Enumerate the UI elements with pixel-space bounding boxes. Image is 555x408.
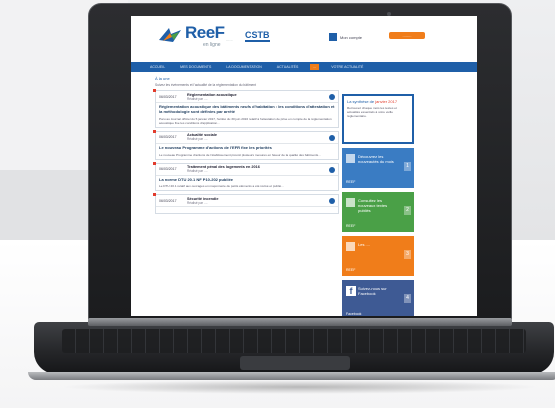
document-icon: [346, 198, 355, 207]
partner-logo[interactable]: CSTB: [245, 31, 270, 42]
tile-texts[interactable]: Consultez les nouveaux textes publiés 2 …: [342, 192, 414, 232]
laptop-base-lip: [28, 372, 555, 380]
card-date: 06/03/2017: [159, 94, 177, 99]
laptop-screen: ReeF en ligne ...... CSTB Mon compte ...…: [131, 16, 477, 316]
laptop-trackpad: [240, 356, 350, 370]
nav-item[interactable]: ACTUALITÉS: [274, 64, 302, 70]
nav-item[interactable]: MES DOCUMENTS: [177, 64, 214, 70]
logo-separator: ......: [226, 37, 233, 42]
news-card[interactable]: 06/03/2017 Sécurité incendie Réalisé par .…: [153, 193, 339, 215]
arrow-icon: 2: [404, 206, 411, 215]
card-meta: Actualité sociale Réalisé par ....: [187, 133, 217, 141]
card-body: La norme DTU 20.1 NF P10-202 publiée Le D…: [156, 176, 338, 191]
card-text: Paru au Journal officiel du 5 janvier 20…: [159, 116, 332, 125]
laptop-hinge: [88, 318, 512, 326]
laptop-shadow: [60, 380, 540, 394]
nav-item[interactable]: VOTRE ACTUALITÉ: [328, 64, 366, 70]
news-card[interactable]: 06/03/2017 Réglementation acoustique Réali…: [153, 89, 339, 128]
card-title[interactable]: Réglementation acoustique des bâtiments …: [159, 104, 335, 115]
account-link[interactable]: Mon compte: [340, 35, 362, 40]
tile-news[interactable]: Découvrez les nouveautés du mois 1 REEF: [342, 148, 414, 188]
card-text: Le DTU 20.1 relatif aux ouvrages en maço…: [159, 184, 284, 189]
reef-logo-icon[interactable]: [157, 26, 183, 44]
nav-item[interactable]: ACCUEIL: [147, 64, 168, 70]
card-date: 06/03/2017: [159, 167, 177, 172]
nav-item[interactable]: ...: [310, 64, 320, 70]
tile-facebook[interactable]: f Suivez-nous sur Facebook 4 Facebook: [342, 280, 414, 316]
breadcrumb[interactable]: À la une: [155, 76, 339, 81]
synthesis-title-month[interactable]: janvier 2017: [375, 99, 397, 104]
card-subtitle: Réalisé par ....: [187, 137, 208, 142]
synthesis-title: La synthèse de janvier 2017: [347, 99, 409, 104]
tile-footer: REEF: [346, 224, 356, 228]
new-flag-icon: [153, 193, 156, 197]
card-body: Le nouveau Programme d'actions de l'EFR …: [156, 144, 338, 159]
laptop-keyboard: [62, 329, 526, 353]
card-subtitle: Réalisé par ....: [187, 96, 208, 101]
card-header: 06/03/2017 Actualité sociale Réalisé par .…: [156, 132, 338, 144]
sidebar: La synthèse de janvier 2017 Retrouvez ch…: [342, 94, 414, 316]
card-meta: Sécurité incendie Réalisé par ....: [187, 197, 218, 205]
tile-footer: Facebook: [346, 312, 362, 316]
card-date: 06/03/2017: [159, 135, 177, 140]
user-icon[interactable]: [329, 33, 337, 41]
card-meta: Traitement pénal des logements en 2016 Ré…: [187, 165, 260, 173]
tile-orange[interactable]: Les .... 3 REEF: [342, 236, 414, 276]
tile-footer: REEF: [346, 268, 356, 272]
login-button[interactable]: ........: [389, 32, 425, 39]
card-subtitle: Réalisé par ....: [187, 200, 208, 205]
card-header: 06/03/2017 Réglementation acoustique Réali…: [156, 91, 338, 104]
card-meta: Réglementation acoustique Réalisé par ...…: [187, 93, 237, 101]
card-open-icon[interactable]: [329, 134, 335, 141]
tile-label: Consultez les nouveaux textes publiés: [358, 198, 388, 213]
tile-label: Suivez-nous sur Facebook: [358, 286, 387, 296]
arrow-icon: 1: [404, 162, 411, 171]
new-flag-icon: [153, 89, 156, 93]
arrow-icon: 4: [404, 294, 411, 303]
arrow-icon: 3: [404, 250, 411, 259]
bell-icon: [346, 242, 355, 251]
news-card[interactable]: 06/03/2017 Traitement pénal des logements…: [153, 161, 339, 192]
card-open-icon[interactable]: [329, 166, 335, 173]
card-header: 06/03/2017 Traitement pénal des logements…: [156, 164, 338, 176]
main-navigation: ACCUEIL MES DOCUMENTS LA DOCUMENTATION ACTU…: [131, 62, 477, 72]
card-date: 06/03/2017: [159, 198, 177, 203]
site-header: ReeF en ligne ...... CSTB Mon compte ...…: [131, 16, 477, 62]
megaphone-icon: [346, 154, 355, 163]
synthesis-title-prefix: La synthèse de: [347, 99, 376, 104]
site-logo-subtitle: en ligne: [203, 42, 221, 48]
tile-label: Découvrez les nouveautés du mois: [358, 154, 394, 164]
facebook-icon: f: [346, 286, 356, 296]
card-text: Le nouveau Programme d'actions de l'étab…: [159, 152, 321, 157]
intro-text: Suivez les événements et l'actualité de …: [155, 83, 257, 87]
card-subtitle: Réalisé par ....: [187, 169, 208, 174]
new-flag-icon: [153, 129, 156, 133]
nav-item[interactable]: LA DOCUMENTATION: [223, 64, 264, 70]
tile-footer: REEF: [346, 180, 356, 184]
card-body: Réglementation acoustique des bâtiments …: [156, 103, 338, 127]
main-content: À la une Suivez les événements et l'actu…: [153, 76, 339, 316]
synthesis-text: Retrouvez chaque mois les textes et actu…: [347, 106, 397, 118]
news-list: 06/03/2017 Réglementation acoustique Réali…: [153, 89, 339, 215]
card-body: [156, 207, 338, 213]
card-title[interactable]: Le nouveau Programme d'actions de l'EFR …: [159, 145, 335, 151]
site-logo-text[interactable]: ReeF: [185, 23, 225, 43]
card-header: 06/03/2017 Sécurité incendie Réalisé par .…: [156, 195, 338, 208]
card-title[interactable]: La norme DTU 20.1 NF P10-202 publiée: [159, 177, 335, 183]
new-flag-icon: [153, 161, 156, 165]
tile-label: Les ....: [358, 242, 371, 247]
news-card[interactable]: 06/03/2017 Actualité sociale Réalisé par .…: [153, 129, 339, 160]
synthesis-box[interactable]: La synthèse de janvier 2017 Retrouvez ch…: [342, 94, 414, 144]
